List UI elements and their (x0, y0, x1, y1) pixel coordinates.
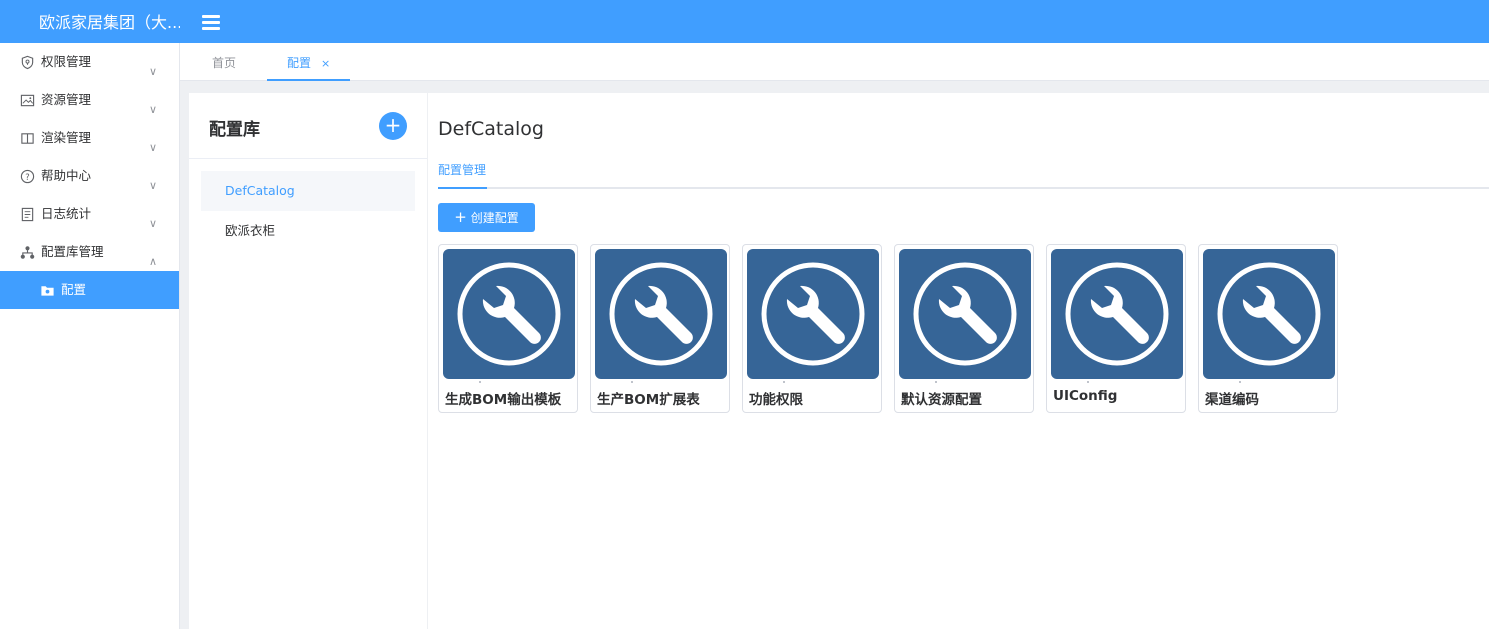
page-title: DefCatalog (438, 118, 544, 140)
catalog-item-defcatalog[interactable]: DefCatalog (201, 171, 415, 211)
sidebar-item-label: 渲染管理 (41, 130, 92, 145)
wrench-icon (1051, 249, 1183, 379)
config-card[interactable]: 默认资源配置 (894, 244, 1034, 413)
sidebar-item-label: 配置库管理 (41, 244, 104, 259)
tab-config-management[interactable]: 配置管理 (438, 159, 488, 189)
separator-dot (935, 381, 937, 383)
wrench-icon (595, 249, 727, 379)
config-card[interactable]: 功能权限 (742, 244, 882, 413)
add-catalog-button[interactable]: + (379, 112, 407, 140)
separator-dot (631, 381, 633, 383)
sidebar-item-render[interactable]: 渲染管理 ∨ (0, 119, 179, 157)
create-config-label: 创建配置 (470, 211, 519, 225)
sidebar-item-permission[interactable]: 权限管理 ∨ (0, 43, 179, 81)
separator-dot (1239, 381, 1241, 383)
catalog-item-oppein-wardrobe[interactable]: 欧派衣柜 (201, 211, 415, 251)
sidebar-item-log[interactable]: 日志统计 ∨ (0, 195, 179, 233)
org-tree-icon (20, 246, 35, 259)
config-card-label: 生产BOM扩展表 (597, 392, 700, 408)
sidebar: 权限管理 ∨ 资源管理 ∨ 渲染管理 ∨ ? 帮助中心 ∨ 日志统计 ∨ 配置库… (0, 43, 180, 629)
config-card[interactable]: UIConfig (1046, 244, 1186, 413)
close-icon[interactable]: × (321, 57, 330, 70)
sidebar-item-label: 配置 (61, 282, 87, 297)
tab-config-label: 配置 (287, 56, 312, 70)
catalog-panel: 配置库 + DefCatalog 欧派衣柜 (189, 93, 427, 629)
wrench-icon (899, 249, 1031, 379)
menu-toggle-icon[interactable] (202, 15, 220, 30)
sub-tab-bar: 配置管理 (438, 159, 1489, 189)
catalog-header: 配置库 + (189, 93, 427, 159)
sidebar-item-label: 日志统计 (41, 206, 92, 221)
config-card-label: 功能权限 (749, 392, 803, 408)
top-bar: 欧派家居集团（大... (0, 0, 1489, 43)
folder-icon (41, 286, 54, 296)
tab-config[interactable]: 配置 × (267, 43, 350, 81)
document-icon (21, 207, 34, 222)
sidebar-item-config[interactable]: 配置 (0, 271, 179, 309)
wrench-icon (443, 249, 575, 379)
plus-icon: + (454, 208, 467, 226)
wrench-icon (1203, 249, 1335, 379)
config-card-label: 默认资源配置 (901, 392, 982, 408)
config-card-label: 生成BOM输出模板 (445, 392, 562, 408)
separator-dot (479, 381, 481, 383)
separator-dot (783, 381, 785, 383)
sidebar-item-label: 帮助中心 (41, 168, 92, 183)
render-icon (21, 133, 34, 144)
config-card-label: 渠道编码 (1205, 392, 1259, 408)
sidebar-item-config-lib[interactable]: 配置库管理 ∧ (0, 233, 179, 271)
wrench-icon (747, 249, 879, 379)
sidebar-item-resource[interactable]: 资源管理 ∨ (0, 81, 179, 119)
tab-home[interactable]: 首页 (212, 43, 236, 81)
brand-title: 欧派家居集团（大... (39, 13, 180, 32)
separator-dot (1087, 381, 1089, 383)
question-circle-icon: ? (20, 169, 35, 184)
catalog-title: 配置库 (209, 120, 260, 140)
config-card[interactable]: 生成BOM输出模板 (438, 244, 578, 413)
tab-bar: 首页 配置 × (180, 43, 1489, 81)
create-config-button[interactable]: + 创建配置 (438, 203, 535, 232)
main-content: DefCatalog 配置管理 + 创建配置 生成BOM输出模板 生产BOM扩展表… (428, 93, 1489, 629)
config-card[interactable]: 生产BOM扩展表 (590, 244, 730, 413)
image-icon (20, 94, 35, 107)
sidebar-item-label: 权限管理 (41, 54, 92, 69)
svg-text:?: ? (25, 172, 29, 182)
sidebar-item-help[interactable]: ? 帮助中心 ∨ (0, 157, 179, 195)
shield-icon (21, 55, 34, 70)
sidebar-item-label: 资源管理 (41, 92, 92, 107)
config-card[interactable]: 渠道编码 (1198, 244, 1338, 413)
config-card-label: UIConfig (1053, 388, 1118, 404)
